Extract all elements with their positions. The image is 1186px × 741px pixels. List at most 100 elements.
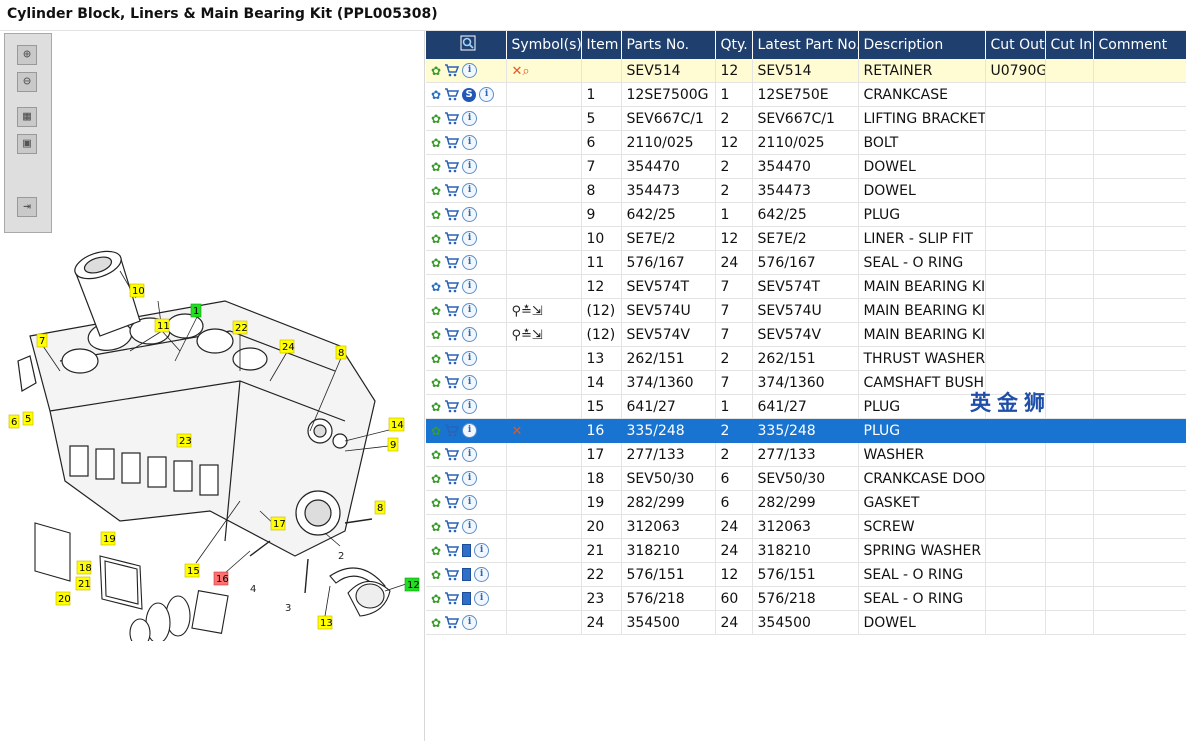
export-button[interactable]: ⇥ — [17, 197, 37, 217]
supersession-icon[interactable]: S — [462, 87, 477, 102]
gear-icon[interactable]: ✿ — [431, 136, 441, 150]
info-icon[interactable]: i — [462, 135, 478, 150]
info-icon[interactable]: i — [462, 447, 478, 462]
column-header-symbols[interactable]: Symbol(s) — [506, 31, 582, 59]
gear-icon[interactable]: ✿ — [431, 64, 441, 78]
zoom-out-button[interactable]: ⊖ — [17, 72, 37, 92]
cart-icon[interactable] — [444, 448, 460, 461]
gear-icon[interactable]: ✿ — [431, 448, 441, 462]
callout[interactable]: 21 — [75, 576, 91, 591]
info-icon[interactable]: i — [479, 87, 495, 102]
callout[interactable]: 16 — [213, 571, 229, 586]
info-icon[interactable]: i — [462, 231, 478, 246]
table-row[interactable]: ✿ i 12 SEV574T 7 SEV574T MAIN BEARING KIT — [426, 274, 1186, 299]
callout[interactable]: 8 — [335, 345, 347, 360]
column-header-comment[interactable]: Comment — [1093, 31, 1186, 59]
info-icon[interactable]: i — [474, 567, 490, 582]
cart-icon[interactable] — [444, 352, 460, 365]
cart-icon[interactable] — [444, 544, 460, 557]
callout[interactable]: 23 — [176, 433, 192, 448]
symbols-icon[interactable]: ⚲≛⇲ — [512, 328, 543, 343]
cart-icon[interactable] — [444, 400, 460, 413]
gear-icon[interactable]: ✿ — [431, 400, 441, 414]
callout[interactable]: 5 — [22, 411, 34, 426]
table-row[interactable]: ✿ i 22 576/151 12 576/151 SEAL - O RING — [426, 562, 1186, 587]
info-icon[interactable]: i — [462, 495, 478, 510]
info-icon[interactable]: i — [462, 471, 478, 486]
table-row[interactable]: ✿ i 10 SE7E/2 12 SE7E/2 LINER - SLIP FIT — [426, 226, 1186, 251]
column-header-parts-no[interactable]: Parts No. — [621, 31, 716, 59]
table-row[interactable]: ✿ i ⚲≛⇲ (12) SEV574U 7 SEV574U MAIN BEARING KIT — [426, 298, 1186, 323]
assembly-gears-icon[interactable]: ✿ — [431, 88, 441, 102]
gear-icon[interactable]: ✿ — [431, 616, 441, 630]
callout-plain[interactable]: 4 — [250, 584, 256, 595]
info-icon[interactable]: i — [462, 63, 478, 78]
info-icon[interactable]: i — [462, 399, 478, 414]
gear-icon[interactable]: ✿ — [431, 352, 441, 366]
info-icon[interactable]: i — [462, 375, 478, 390]
table-row[interactable]: ✿ i 9 642/25 1 642/25 PLUG — [426, 202, 1186, 227]
table-row[interactable]: ✿ i 14 374/1360 7 374/1360 CAMSHAFT BUSH — [426, 370, 1186, 395]
callout[interactable]: 9 — [387, 437, 399, 452]
info-icon[interactable]: i — [462, 159, 478, 174]
gear-icon[interactable]: ✿ — [431, 184, 441, 198]
symbols-icon[interactable]: ✕ — [512, 424, 523, 439]
table-row[interactable]: ✿ i 23 576/218 60 576/218 SEAL - O RING — [426, 586, 1186, 611]
callout[interactable]: 20 — [55, 591, 71, 606]
info-icon[interactable]: i — [474, 591, 490, 606]
cart-icon[interactable] — [444, 64, 460, 77]
table-row[interactable]: ✿ i 6 2110/025 12 2110/025 BOLT — [426, 130, 1186, 155]
cart-icon[interactable] — [444, 616, 460, 629]
cart-icon[interactable] — [444, 424, 460, 437]
table-row[interactable]: ✿ i 5 SEV667C/1 2 SEV667C/1 LIFTING BRACKET — [426, 106, 1186, 131]
callout[interactable]: 24 — [279, 339, 295, 354]
callout[interactable]: 11 — [154, 318, 170, 333]
table-row[interactable]: ✿ i 8 354473 2 354473 DOWEL — [426, 178, 1186, 203]
gear-icon[interactable]: ✿ — [431, 544, 441, 558]
info-icon[interactable]: i — [462, 255, 478, 270]
column-header-latest-part-no[interactable]: Latest Part No. — [752, 31, 859, 59]
table-row[interactable]: ✿ Si 1 12SE7500G 1 12SE750E CRANKCASE — [426, 82, 1186, 107]
table-row[interactable]: ✿ i 20 312063 24 312063 SCREW — [426, 514, 1186, 539]
symbols-icon[interactable]: ⚲≛⇲ — [512, 304, 543, 319]
info-icon[interactable]: i — [462, 351, 478, 366]
table-row[interactable]: ✿ i 13 262/151 2 262/151 THRUST WASHER — [426, 346, 1186, 371]
column-header-description[interactable]: Description — [858, 31, 986, 59]
callout[interactable]: 19 — [100, 531, 116, 546]
callout-plain[interactable]: 3 — [285, 603, 291, 614]
table-row[interactable]: ✿ i 21 318210 24 318210 SPRING WASHER — [426, 538, 1186, 563]
table-row[interactable]: ✿ i 17 277/133 2 277/133 WASHER — [426, 442, 1186, 467]
cart-icon[interactable] — [444, 136, 460, 149]
info-icon[interactable]: i — [462, 207, 478, 222]
table-row[interactable]: ✿ i ✕ 16 335/248 2 335/248 PLUG — [426, 418, 1186, 443]
gear-icon[interactable]: ✿ — [431, 232, 441, 246]
gear-icon[interactable]: ✿ — [431, 376, 441, 390]
info-icon[interactable]: i — [462, 423, 478, 438]
info-icon[interactable]: i — [462, 615, 478, 630]
table-row[interactable]: ✿ i 15 641/27 1 641/27 PLUG — [426, 394, 1186, 419]
column-header-qty[interactable]: Qty. — [715, 31, 753, 59]
callout[interactable]: 17 — [270, 516, 286, 531]
callout[interactable]: 8 — [374, 500, 386, 515]
gear-icon[interactable]: ✿ — [431, 160, 441, 174]
column-header-cut-out[interactable]: Cut Out — [985, 31, 1046, 59]
table-row[interactable]: ✿ i 18 SEV50/30 6 SEV50/30 CRANKCASE DOOR — [426, 466, 1186, 491]
manual-book-icon[interactable] — [462, 544, 472, 557]
cart-icon[interactable] — [444, 592, 460, 605]
column-header-search[interactable] — [426, 31, 507, 59]
info-icon[interactable]: i — [462, 519, 478, 534]
table-row[interactable]: ✿ i 7 354470 2 354470 DOWEL — [426, 154, 1186, 179]
table-row[interactable]: ✿ i ⚲≛⇲ (12) SEV574V 7 SEV574V MAIN BEARING KIT — [426, 322, 1186, 347]
info-icon[interactable]: i — [474, 543, 490, 558]
info-icon[interactable]: i — [462, 327, 478, 342]
info-icon[interactable]: i — [462, 111, 478, 126]
gear-icon[interactable]: ✿ — [431, 496, 441, 510]
gear-icon[interactable]: ✿ — [431, 472, 441, 486]
cart-icon[interactable] — [444, 376, 460, 389]
cart-icon[interactable] — [444, 88, 460, 101]
cart-icon[interactable] — [444, 232, 460, 245]
cart-icon[interactable] — [444, 472, 460, 485]
callout[interactable]: 14 — [388, 417, 405, 432]
symbols-icon[interactable]: ✕⌕ — [512, 64, 530, 79]
callout[interactable]: 6 — [8, 414, 20, 429]
